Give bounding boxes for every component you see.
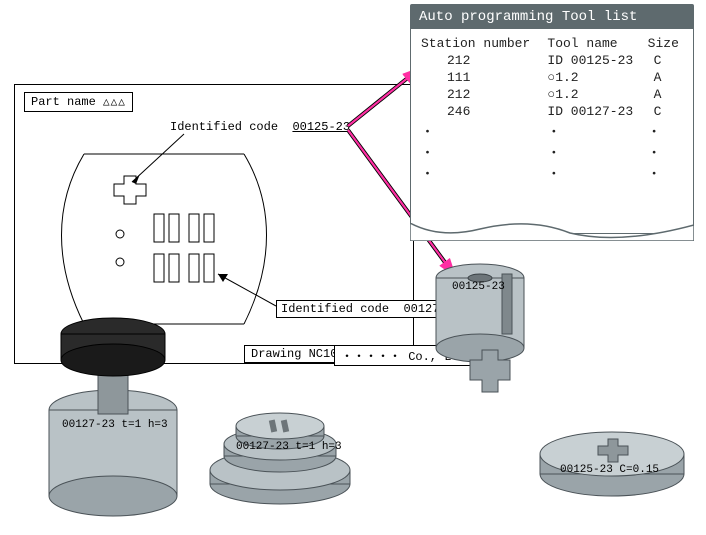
col-size: Size: [646, 35, 685, 52]
cell-dot: ・: [545, 162, 645, 183]
cell-station: 212: [419, 52, 545, 69]
cell-dot: ・: [646, 162, 685, 183]
cell-station: 212: [419, 86, 545, 103]
cell-station: 111: [419, 69, 545, 86]
torn-edge-icon: [410, 223, 694, 241]
cell-dot: ・: [646, 141, 685, 162]
cell-tool: ○1.2: [545, 69, 645, 86]
tool-list-title: Auto programming Tool list: [411, 5, 693, 29]
cell-tool: ID 00127-23: [545, 103, 645, 120]
tool-punch: [420, 254, 540, 424]
cell-dot: ・: [545, 141, 645, 162]
table-row: 111 ○1.2 A: [419, 69, 685, 86]
table-row: 246 ID 00127-23 C: [419, 103, 685, 120]
table-row-ellipsis: ・ ・ ・: [419, 141, 685, 162]
table-row: 212 ID 00125-23 C: [419, 52, 685, 69]
table-header-row: Station number Tool name Size: [419, 35, 685, 52]
tool-list-table: Station number Tool name Size 212 ID 001…: [419, 35, 685, 183]
cell-size: A: [646, 86, 685, 103]
col-tool: Tool name: [545, 35, 645, 52]
col-station: Station number: [419, 35, 545, 52]
cell-size: C: [646, 103, 685, 120]
tool-die-tall-label: 00127-23 t=1 h=3: [62, 419, 168, 431]
cell-dot: ・: [419, 162, 545, 183]
tool-die-short-label: 00127-23 t=1 h=3: [236, 441, 342, 453]
cell-station: 246: [419, 103, 545, 120]
cell-dot: ・: [419, 120, 545, 141]
cell-dot: ・: [646, 120, 685, 141]
tool-list-panel: Auto programming Tool list Station numbe…: [410, 4, 694, 234]
cell-dot: ・: [545, 120, 645, 141]
cell-tool: ID 00125-23: [545, 52, 645, 69]
table-row-ellipsis: ・ ・ ・: [419, 120, 685, 141]
tool-die-tall: [38, 300, 188, 520]
tool-die-short: [200, 400, 360, 520]
tool-die-flat-label: 00125-23 C=0.15: [560, 464, 659, 476]
tool-punch-label: 00125-23: [452, 281, 505, 293]
cell-size: A: [646, 69, 685, 86]
table-row-ellipsis: ・ ・ ・: [419, 162, 685, 183]
cell-dot: ・: [419, 141, 545, 162]
cell-size: C: [646, 52, 685, 69]
tool-list-body: Station number Tool name Size 212 ID 001…: [411, 29, 693, 189]
table-row: 212 ○1.2 A: [419, 86, 685, 103]
cell-tool: ○1.2: [545, 86, 645, 103]
